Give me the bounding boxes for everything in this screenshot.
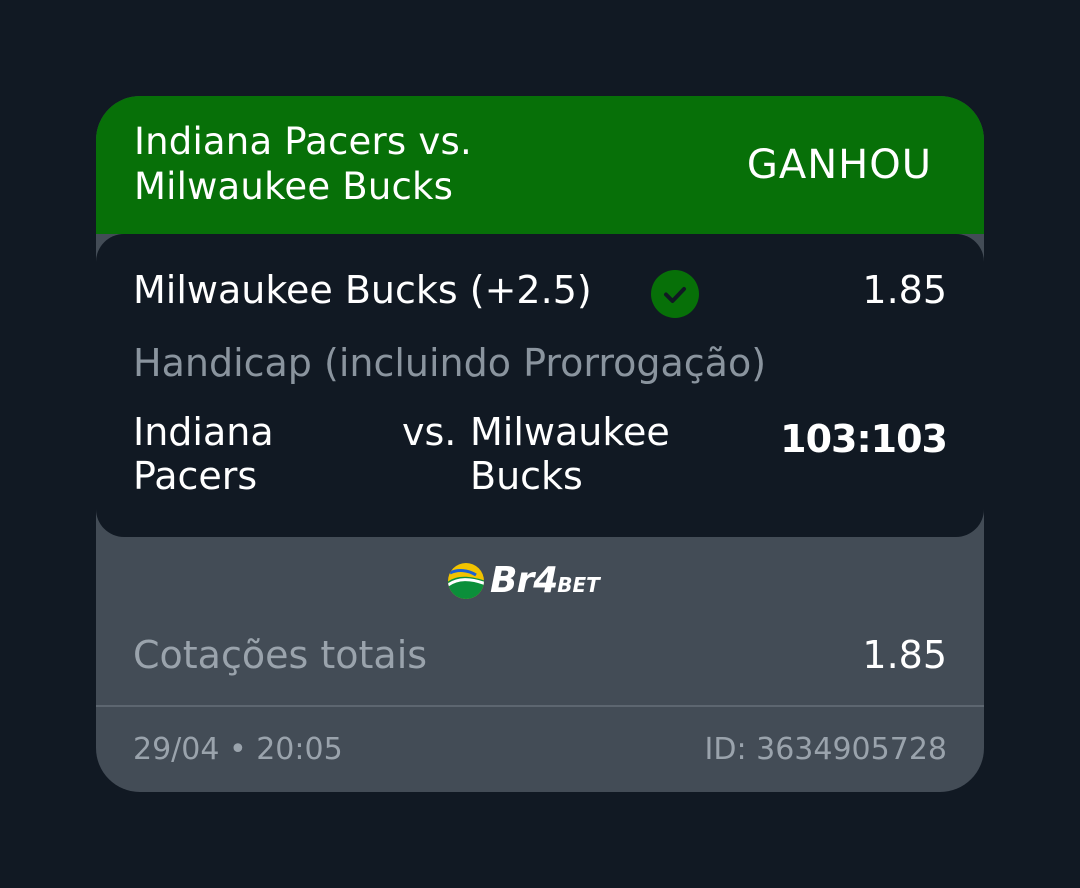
divider [96, 705, 984, 707]
bet-id: ID: 3634905728 [704, 732, 947, 767]
br4bet-logo: Br4BET [446, 559, 646, 605]
selection-odds: 1.85 [862, 268, 947, 312]
match-score: 103:103 [780, 417, 948, 461]
total-odds-value: 1.85 [862, 633, 947, 677]
check-circle-icon [651, 270, 699, 318]
bet-selection-panel: Milwaukee Bucks (+2.5) 1.85 Handicap (in… [96, 234, 984, 537]
selection-name: Milwaukee Bucks (+2.5) [133, 268, 592, 312]
total-odds-label: Cotações totais [133, 633, 428, 677]
match-title: Indiana Pacers vs. Milwaukee Bucks [134, 120, 472, 208]
home-team: Indiana Pacers [133, 410, 274, 498]
bet-card-header: Indiana Pacers vs. Milwaukee Bucks GANHO… [96, 96, 984, 234]
market-name: Handicap (incluindo Prorrogação) [133, 341, 767, 385]
brand-wordmark: Br4BET [490, 560, 600, 601]
bet-status-badge: GANHOU [746, 142, 932, 188]
away-team: Milwaukee Bucks [470, 410, 670, 498]
bet-card: Indiana Pacers vs. Milwaukee Bucks GANHO… [96, 96, 984, 792]
bet-datetime: 29/04 • 20:05 [133, 732, 343, 767]
ball-logo-icon [448, 563, 484, 599]
vs-label: vs. [402, 410, 457, 454]
